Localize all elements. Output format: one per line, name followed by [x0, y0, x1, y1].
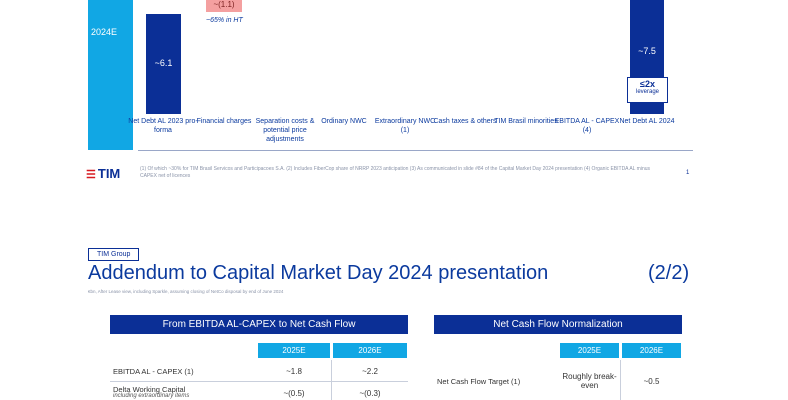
- column-header: 2025E: [258, 343, 330, 358]
- table-cell: Roughly break-even: [562, 372, 617, 390]
- leverage-box: ≤2x leverage: [627, 77, 668, 103]
- table-cell: ~0.5: [643, 377, 660, 386]
- table-cell: ~2.2: [362, 367, 378, 376]
- page-subtitle: €bn, After Lease view, including Sparkle…: [88, 289, 284, 294]
- tim-logo: ☰ TIM: [86, 165, 121, 181]
- row-label: EBITDA AL - CAPEX (1): [113, 367, 194, 376]
- group-tag: TIM Group: [88, 248, 140, 261]
- row-sublabel: including extraordinary items: [113, 393, 190, 399]
- column-header: 2026E: [333, 343, 407, 358]
- financial-charges-note: ~65% in HT: [206, 17, 243, 24]
- column-divider: [620, 360, 621, 400]
- slide-divider: [138, 150, 693, 151]
- page-number: 1: [686, 170, 690, 176]
- right-table-header: Net Cash Flow Normalization: [434, 315, 682, 334]
- category-label: Cash taxes & others: [433, 118, 497, 125]
- row-divider: [110, 381, 408, 382]
- financial-charges-value: ~(1.1): [213, 0, 235, 9]
- left-table-header: From EBITDA AL-CAPEX to Net Cash Flow: [110, 315, 408, 334]
- column-header: 2026E: [622, 343, 681, 358]
- year-label: 2024E: [90, 27, 118, 37]
- title-part: (2/2): [648, 262, 690, 284]
- category-label: TIM Brasil minorities: [494, 118, 558, 125]
- logo-text: TIM: [97, 166, 121, 181]
- row-label: Net Cash Flow Target (1): [437, 377, 521, 386]
- net-debt-2024-value: ~7.5: [638, 46, 656, 56]
- leverage-label: leverage: [635, 89, 659, 95]
- category-label: Ordinary NWC: [321, 118, 367, 125]
- category-label: Net Debt AL 2023 pro-forma: [128, 118, 198, 134]
- table-cell: ~(0.3): [359, 389, 381, 398]
- page-title: Addendum to Capital Market Day 2024 pres…: [88, 262, 549, 284]
- column-header: 2025E: [560, 343, 619, 358]
- column-divider: [331, 360, 332, 400]
- net-debt-2023-value: ~6.1: [154, 58, 173, 68]
- table-cell: ~(0.5): [283, 389, 305, 398]
- leverage-value: ≤2x: [640, 79, 655, 89]
- category-label: Net Debt AL 2024: [619, 118, 675, 125]
- tim-logo-icon: ☰: [86, 169, 96, 181]
- table-cell: ~1.8: [286, 367, 302, 376]
- cyan-side-bar: [88, 0, 133, 150]
- category-label: Financial charges: [196, 118, 252, 125]
- footnotes: (1) Of which ~30% for TIM Brasil Servico…: [140, 166, 651, 179]
